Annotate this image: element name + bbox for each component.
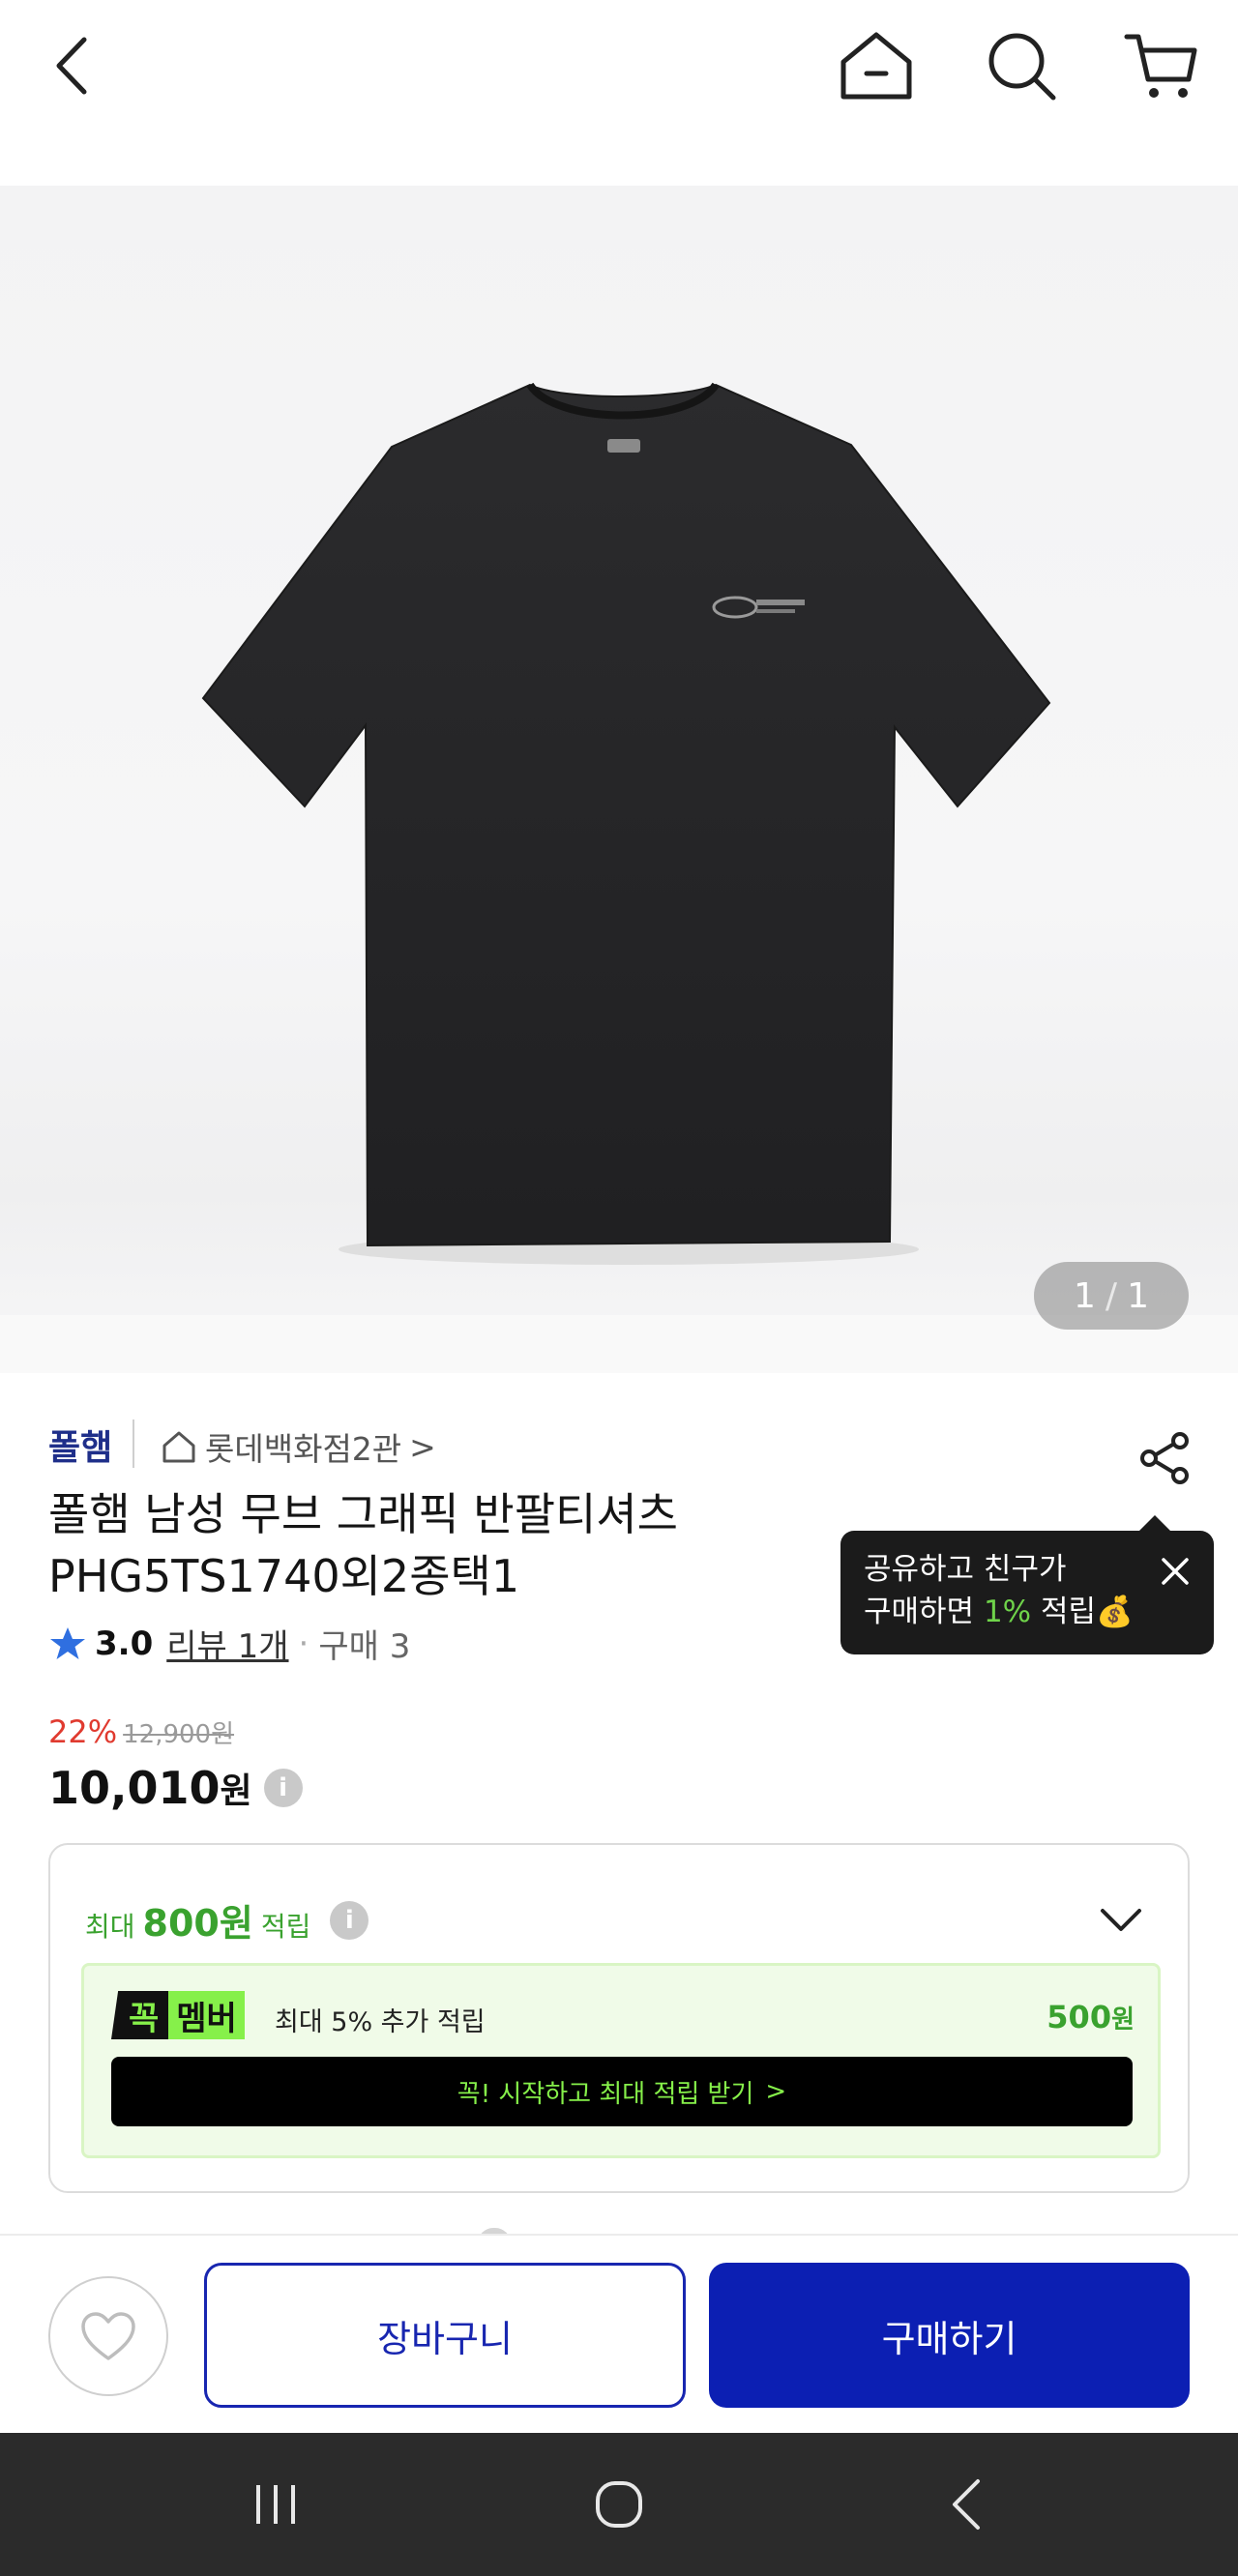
review-link[interactable]: 리뷰 1개 <box>166 1620 288 1667</box>
points-summary: 최대 800원 적립 i <box>85 1893 369 1947</box>
product-image[interactable] <box>0 186 1238 1373</box>
store-link[interactable]: 롯데백화점2관 > <box>161 1423 436 1470</box>
member-badge-k: 꼭 <box>111 1991 169 2039</box>
product-title-line1: 폴햄 남성 무브 그래픽 반팔티셔츠 <box>48 1488 678 1540</box>
product-title-line2: PHG5TS1740외2종택1 <box>48 1550 520 1602</box>
product-title: 폴햄 남성 무브 그래픽 반팔티셔츠 PHG5TS1740외2종택1 <box>48 1483 841 1607</box>
store-name: 롯데백화점2관 <box>205 1430 402 1468</box>
image-counter-total: 1 <box>1127 1275 1149 1316</box>
points-box: 최대 800원 적립 i 꼭 멤버 최대 5% 추가 적립 500 원 꼭! 시… <box>48 1843 1190 2193</box>
home-circle-icon <box>596 2481 642 2528</box>
share-tooltip-line1: 공유하고 친구가 <box>864 1552 1067 1587</box>
share-tooltip-highlight: 1% <box>983 1595 1032 1629</box>
discount-row: 22% 12,900원 <box>48 1713 234 1750</box>
tshirt-image <box>201 382 1051 1265</box>
share-tooltip-text: 구매하면 <box>864 1595 984 1629</box>
image-counter-current: 1 <box>1074 1275 1096 1316</box>
tooltip-close-button[interactable] <box>1156 1552 1194 1591</box>
home-nav-button[interactable] <box>580 2466 658 2543</box>
wishlist-button[interactable] <box>48 2276 168 2396</box>
heart-icon <box>81 2312 135 2360</box>
original-price: 12,900원 <box>123 1720 235 1749</box>
share-tooltip-line2: 구매하면 1% 적립💰 <box>864 1591 1191 1633</box>
bottom-action-bar: 장바구니 구매하기 <box>0 2234 1238 2433</box>
recent-apps-icon <box>256 2485 295 2524</box>
points-suffix: 적립 <box>260 1911 311 1943</box>
member-promo: 꼭 멤버 최대 5% 추가 적립 500 원 꼭! 시작하고 최대 적립 받기 … <box>81 1963 1161 2158</box>
member-amount-unit: 원 <box>1111 2005 1135 2034</box>
member-start-button[interactable]: 꼭! 시작하고 최대 적립 받기 > <box>111 2057 1133 2126</box>
points-amount: 800원 <box>142 1902 253 1945</box>
points-prefix: 최대 <box>85 1911 135 1943</box>
member-start-label: 꼭! 시작하고 최대 적립 받기 <box>457 2079 754 2109</box>
chevron-left-icon <box>56 37 87 95</box>
star-icon <box>50 1626 85 1659</box>
add-to-cart-button[interactable]: 장바구니 <box>204 2263 686 2408</box>
rating-score: 3.0 <box>95 1624 154 1663</box>
share-tooltip: 공유하고 친구가 구매하면 1% 적립💰 <box>840 1531 1214 1654</box>
cart-icon <box>1124 34 1197 98</box>
sale-price-unit: 원 <box>220 1771 252 1811</box>
chevron-right-icon: > <box>765 2077 787 2106</box>
points-expand-button[interactable] <box>1097 1895 1145 1944</box>
buy-now-button[interactable]: 구매하기 <box>709 2263 1190 2408</box>
image-counter-separator: / <box>1105 1275 1118 1316</box>
top-bar <box>0 0 1238 184</box>
chevron-down-icon <box>1101 1909 1141 1931</box>
store-home-icon <box>162 1431 195 1463</box>
price-info-icon[interactable]: i <box>263 1769 303 1807</box>
back-nav-button[interactable] <box>928 2466 1006 2543</box>
member-badge: 꼭 멤버 <box>111 1991 245 2039</box>
member-promo-text: 최대 5% 추가 적립 <box>275 2007 486 2037</box>
brand-link[interactable]: 폴햄 <box>48 1420 112 1470</box>
back-button[interactable] <box>27 21 116 110</box>
cart-button[interactable] <box>1117 21 1206 110</box>
brand-divider <box>133 1420 134 1468</box>
back-icon <box>953 2479 980 2530</box>
share-icon <box>1140 1432 1189 1484</box>
sale-price-value: 10,010 <box>48 1762 221 1814</box>
member-promo-amount: 500 원 <box>1046 1999 1135 2035</box>
rating-row: 3.0 리뷰 1개 · 구매 3 <box>48 1620 410 1667</box>
search-button[interactable] <box>977 21 1066 110</box>
recent-apps-button[interactable] <box>237 2466 314 2543</box>
purchase-count: 구매 3 <box>318 1627 411 1666</box>
search-icon <box>988 33 1056 101</box>
home-icon <box>840 32 912 100</box>
image-counter: 1 / 1 <box>1034 1262 1189 1330</box>
points-info-icon[interactable]: i <box>330 1900 369 1940</box>
member-badge-m: 멤버 <box>168 1991 245 2039</box>
discount-percent: 22% <box>48 1713 118 1750</box>
share-button[interactable] <box>1130 1423 1199 1493</box>
member-amount-value: 500 <box>1046 1999 1112 2035</box>
share-tooltip-suffix: 적립💰 <box>1031 1595 1134 1629</box>
system-nav-bar <box>0 2433 1238 2576</box>
sale-price: 10,010 원 i <box>48 1762 303 1814</box>
store-chevron-icon: > <box>409 1427 436 1466</box>
home-button[interactable] <box>832 21 921 110</box>
close-icon <box>1162 1558 1189 1585</box>
separator-dot: · <box>298 1624 310 1663</box>
